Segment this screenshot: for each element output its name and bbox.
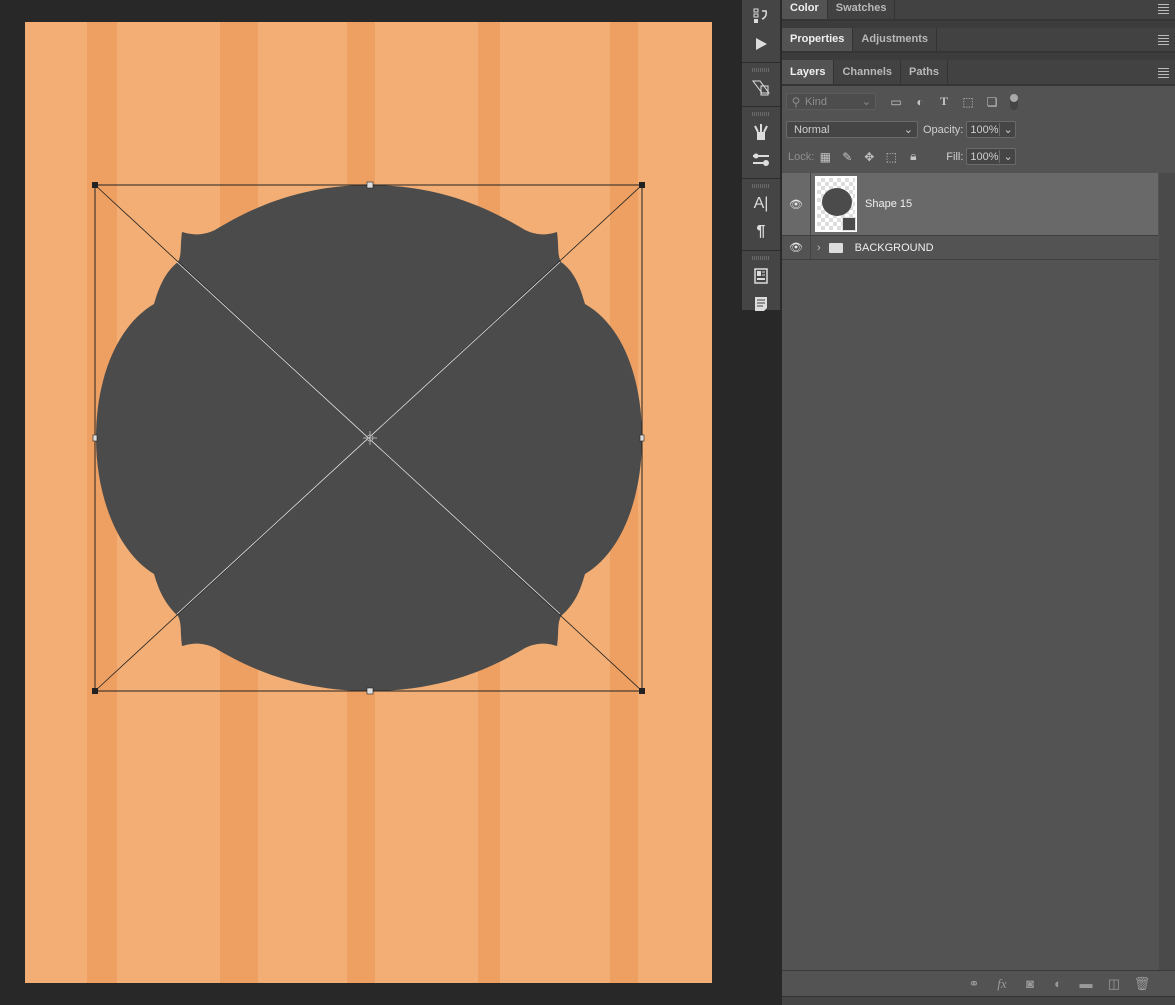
search-icon: ⚲ <box>791 94 801 109</box>
tab-paths[interactable]: Paths <box>901 60 948 84</box>
panel-dock: Color Swatches Properties Adjustments La… <box>782 0 1175 1005</box>
lock-image-icon[interactable]: ✎ <box>836 150 858 164</box>
fill-input[interactable]: 100% ⌄ <box>966 148 1017 165</box>
chevron-down-icon: ⌄ <box>861 96 871 108</box>
layers-footer: ⚭ fx ◙ ◐ ▬ ◫ 🗑︎ <box>782 970 1175 996</box>
document-canvas[interactable] <box>25 22 712 983</box>
tab-adjustments[interactable]: Adjustments <box>853 28 938 51</box>
tab-channels[interactable]: Channels <box>834 60 901 84</box>
panel-menu-icon[interactable] <box>1158 68 1169 78</box>
clone-source-icon[interactable] <box>742 74 780 102</box>
transform-handle-bottom[interactable] <box>366 687 374 695</box>
transform-handle-top[interactable] <box>366 181 374 189</box>
new-adjustment-icon[interactable]: ◐ <box>1049 976 1067 991</box>
transform-handle-top-left[interactable] <box>92 182 98 188</box>
chevron-down-icon: ⌄ <box>903 124 913 136</box>
fill-label: Fill: <box>946 150 964 163</box>
brushes-icon[interactable] <box>742 118 780 146</box>
opacity-label: Opacity: <box>923 123 964 136</box>
layer-thumbnail <box>815 176 857 232</box>
folder-icon <box>828 242 843 253</box>
group-grip[interactable] <box>752 256 770 260</box>
paragraph-icon[interactable]: ¶ <box>742 218 780 246</box>
tab-layers[interactable]: Layers <box>782 60 835 84</box>
layers-panel: Layers Channels Paths ⚲ Kind ⌄ ▭ ◐ T ⬚ ❏ <box>782 60 1175 1005</box>
layers-panel-tabs: Layers Channels Paths <box>782 60 1175 86</box>
lock-all-icon[interactable]: 🔒︎ <box>902 149 924 164</box>
new-layer-icon[interactable]: ◫ <box>1105 976 1123 992</box>
filter-kind-label: Kind <box>805 95 828 108</box>
paragraph-styles-icon[interactable] <box>742 290 780 318</box>
tab-properties[interactable]: Properties <box>782 28 854 51</box>
visibility-eye-icon[interactable]: 👁︎ <box>782 173 811 235</box>
panel-resize-bar[interactable] <box>782 996 1175 1005</box>
tab-swatches[interactable]: Swatches <box>828 0 896 19</box>
history-icon[interactable] <box>742 2 780 30</box>
brush-settings-icon[interactable] <box>742 146 780 174</box>
layers-scrollbar[interactable] <box>1159 173 1175 973</box>
transform-handle-top-right[interactable] <box>639 182 645 188</box>
fill-value: 100% <box>970 150 999 163</box>
opacity-value: 100% <box>970 123 999 136</box>
layer-name[interactable]: Shape 15 <box>865 198 912 210</box>
shape-filter-icon[interactable]: ⬚ <box>956 95 980 109</box>
layer-filter-row: ⚲ Kind ⌄ ▭ ◐ T ⬚ ❏ <box>786 93 1171 110</box>
panel-tool-strip: A| ¶ <box>742 0 781 311</box>
lock-label: Lock: <box>788 150 815 163</box>
opacity-input[interactable]: 100% ⌄ <box>966 121 1017 138</box>
canvas-area[interactable] <box>0 0 740 1005</box>
layers-list: 👁︎ Shape 15 👁︎ › BACKGROUND <box>782 173 1158 933</box>
lock-transparent-icon[interactable]: ▦ <box>814 150 836 164</box>
link-layers-icon[interactable]: ⚭ <box>965 976 983 992</box>
properties-adjustments-panel: Properties Adjustments <box>782 28 1175 53</box>
panel-menu-icon[interactable] <box>1158 4 1169 14</box>
visibility-eye-icon[interactable]: 👁︎ <box>782 236 811 259</box>
group-grip[interactable] <box>752 112 770 116</box>
opacity-dropdown-icon[interactable]: ⌄ <box>998 123 1017 136</box>
character-styles-icon[interactable] <box>742 262 780 290</box>
expand-chevron-icon[interactable]: › <box>817 242 821 254</box>
group-grip[interactable] <box>752 68 770 72</box>
panel-menu-icon[interactable] <box>1158 35 1169 45</box>
filter-kind-select[interactable]: ⚲ Kind ⌄ <box>786 93 876 110</box>
layer-row-background[interactable]: 👁︎ › BACKGROUND <box>782 236 1158 260</box>
shape-layer-artwork[interactable] <box>25 22 712 983</box>
add-mask-icon[interactable]: ◙ <box>1021 976 1039 991</box>
type-filter-icon[interactable]: T <box>932 94 956 109</box>
fill-dropdown-icon[interactable]: ⌄ <box>998 150 1017 163</box>
tab-color[interactable]: Color <box>782 0 828 19</box>
blend-mode-select[interactable]: Normal ⌄ <box>786 121 918 138</box>
group-grip[interactable] <box>752 184 770 188</box>
transform-handle-right[interactable] <box>639 434 645 442</box>
filter-toggle-icon[interactable] <box>1010 93 1018 110</box>
blend-mode-value: Normal <box>794 123 830 136</box>
character-icon[interactable]: A| <box>742 190 780 218</box>
transform-handle-bottom-right[interactable] <box>639 688 645 694</box>
lock-row: Lock: ▦ ✎ ✥ ⬚ 🔒︎ Fill: 100% ⌄ <box>786 148 1171 165</box>
lock-position-icon[interactable]: ✥ <box>858 150 880 164</box>
blend-row: Normal ⌄ Opacity: 100% ⌄ <box>786 121 1171 138</box>
transform-handle-bottom-left[interactable] <box>92 688 98 694</box>
lock-artboard-icon[interactable]: ⬚ <box>880 150 902 164</box>
play-actions-icon[interactable] <box>742 30 780 58</box>
new-group-icon[interactable]: ▬ <box>1077 976 1095 991</box>
layer-row-shape-15[interactable]: 👁︎ Shape 15 <box>782 173 1158 236</box>
image-filter-icon[interactable]: ▭ <box>884 95 908 109</box>
fx-icon[interactable]: fx <box>993 976 1011 992</box>
adjustment-filter-icon[interactable]: ◐ <box>908 95 932 109</box>
smart-object-badge-icon <box>842 217 856 231</box>
delete-layer-icon[interactable]: 🗑︎ <box>1133 976 1151 992</box>
layer-name[interactable]: BACKGROUND <box>855 242 934 254</box>
smart-object-filter-icon[interactable]: ❏ <box>980 95 1004 109</box>
transform-handle-left[interactable] <box>92 434 98 442</box>
color-swatches-panel: Color Swatches <box>782 0 1175 21</box>
